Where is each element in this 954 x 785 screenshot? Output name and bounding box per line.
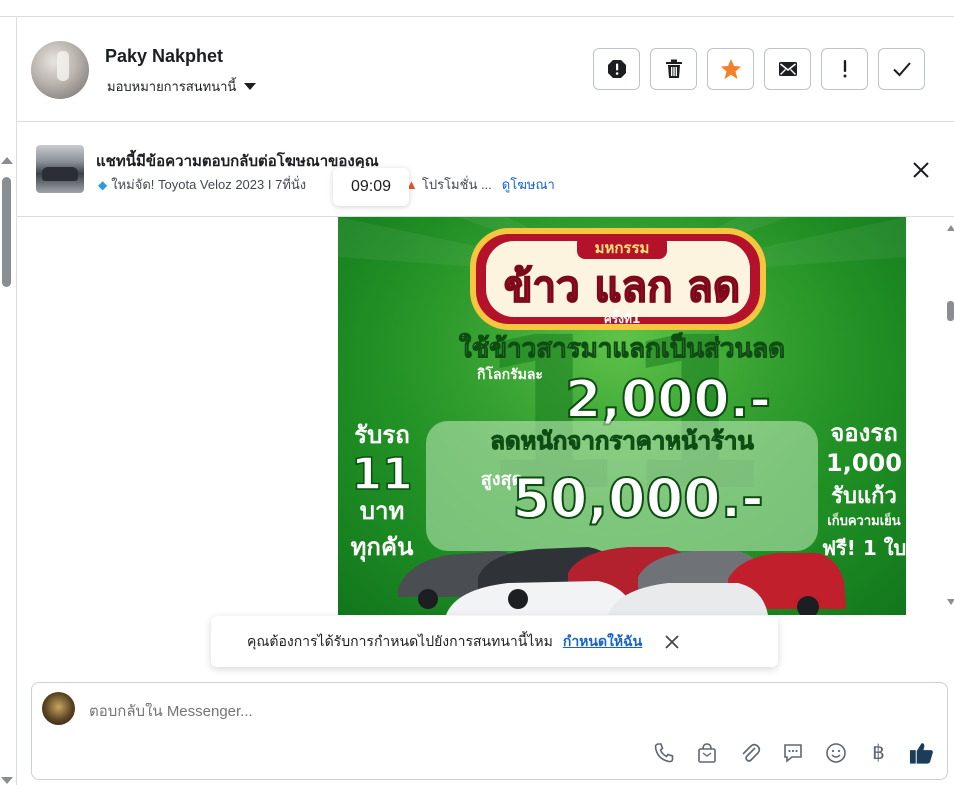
reply-input[interactable] xyxy=(89,703,589,720)
conversation-header: Paky Nakphet มอบหมายการสนทนานี้ xyxy=(17,17,954,122)
close-icon[interactable] xyxy=(911,160,931,180)
ad-preview-line: ◆ ใหม่จัด! Toyota Veloz 2023 I 7ที่นั่ง … xyxy=(98,174,555,195)
promo-poster: มหกรรม ข้าว แลก ลด ครั้งที่1 11 ใช้ข้าวส… xyxy=(338,217,906,615)
cars-illustration xyxy=(398,547,846,615)
paperclip-icon[interactable] xyxy=(737,740,762,765)
image-attachment[interactable]: มหกรรม ข้าว แลก ลด ครั้งที่1 11 ใช้ข้าวส… xyxy=(338,217,906,615)
poster-max-amount: 50,000.- xyxy=(512,467,763,530)
top-strip xyxy=(0,0,954,17)
poster-discount-line: ลดหนักจากราคาหน้าร้าน xyxy=(490,427,754,455)
assign-dropdown[interactable]: มอบหมายการสนทนานี้ xyxy=(107,76,257,97)
poster-per-kilo: กิโลกรัมละ xyxy=(477,365,543,383)
poster-right-4: เก็บความเย็น xyxy=(827,511,900,529)
assign-prompt-text: คุณต้องการได้รับการกำหนดไปยังการสนทนานี้… xyxy=(247,632,553,649)
mark-unread-button[interactable] xyxy=(764,48,811,90)
contact-name[interactable]: Paky Nakphet xyxy=(105,46,223,67)
poster-right-5: ฟรี! 1 ใบ xyxy=(822,536,906,560)
poster-right-3: รับแก้ว xyxy=(831,484,897,509)
chevron-down-icon xyxy=(244,83,257,90)
poster-left-3: บาท xyxy=(360,497,405,525)
assign-label: มอบหมายการสนทนานี้ xyxy=(107,79,237,94)
envelope-icon xyxy=(778,62,797,76)
poster-left-2: 11 xyxy=(351,449,412,500)
poster-left-4: ทุกคัน xyxy=(351,533,414,563)
diamond-icon: ◆ xyxy=(98,177,108,192)
mark-done-button[interactable] xyxy=(878,48,925,90)
ad-preview-text-c: โปรโมชั่น ... xyxy=(421,177,492,192)
reply-composer: ฿ xyxy=(31,682,948,780)
scroll-up-arrow[interactable] xyxy=(947,225,954,231)
thread-scrollbar[interactable] xyxy=(947,225,954,605)
header-actions xyxy=(593,48,925,90)
message-thread: มหกรรม ข้าว แลก ลด ครั้งที่1 11 ใช้ข้าวส… xyxy=(17,217,954,617)
assign-to-me-link[interactable]: กำหนดให้ฉัน xyxy=(563,631,642,653)
contact-avatar[interactable] xyxy=(31,41,89,99)
checkmark-icon xyxy=(892,62,911,77)
ad-thumbnail[interactable] xyxy=(36,145,84,193)
star-button[interactable] xyxy=(707,48,754,90)
left-scrollbar[interactable] xyxy=(0,17,17,785)
thumbs-up-icon[interactable] xyxy=(909,740,934,765)
view-ad-link[interactable]: ดูโฆษณา xyxy=(502,174,555,195)
scroll-down-arrow[interactable] xyxy=(1,777,13,784)
follow-up-button[interactable] xyxy=(821,48,868,90)
spam-button[interactable] xyxy=(593,48,640,90)
scroll-thumb[interactable] xyxy=(947,301,954,321)
phone-icon[interactable] xyxy=(651,740,676,765)
poster-badge-top: มหกรรม xyxy=(595,239,650,257)
trash-icon xyxy=(665,59,682,78)
baht-icon[interactable]: ฿ xyxy=(866,740,891,765)
timestamp-tooltip: 09:09 xyxy=(333,168,409,206)
composer-tools: ฿ xyxy=(651,740,934,765)
scroll-down-arrow[interactable] xyxy=(947,599,954,605)
alert-octagon-icon xyxy=(607,60,626,78)
emoji-icon[interactable] xyxy=(823,740,848,765)
poster-left-1: รับรถ xyxy=(354,421,410,449)
saved-reply-icon[interactable] xyxy=(780,740,805,765)
star-icon xyxy=(720,59,741,79)
exclamation-icon xyxy=(843,60,846,78)
ad-preview-text-a: ใหม่จัด! Toyota Veloz 2023 I 7ที่นั่ง xyxy=(111,177,307,192)
assign-prompt-toast: คุณต้องการได้รับการกำหนดไปยังการสนทนานี้… xyxy=(211,616,778,667)
close-icon[interactable] xyxy=(664,634,680,650)
page-avatar xyxy=(42,692,75,725)
shopping-bag-icon[interactable] xyxy=(694,740,719,765)
scroll-up-arrow[interactable] xyxy=(1,157,13,164)
scroll-thumb[interactable] xyxy=(2,177,11,287)
delete-button[interactable] xyxy=(650,48,697,90)
poster-right-2: 1,000 xyxy=(826,449,902,477)
ad-reply-banner: แชทนี้มีข้อความตอบกลับต่อโฆษณาของคุณ ◆ ใ… xyxy=(17,122,954,217)
poster-subheadline: ใช้ข้าวสารมาแลกเป็นส่วนลด xyxy=(459,332,785,364)
poster-right-1: จองรถ xyxy=(830,419,898,447)
